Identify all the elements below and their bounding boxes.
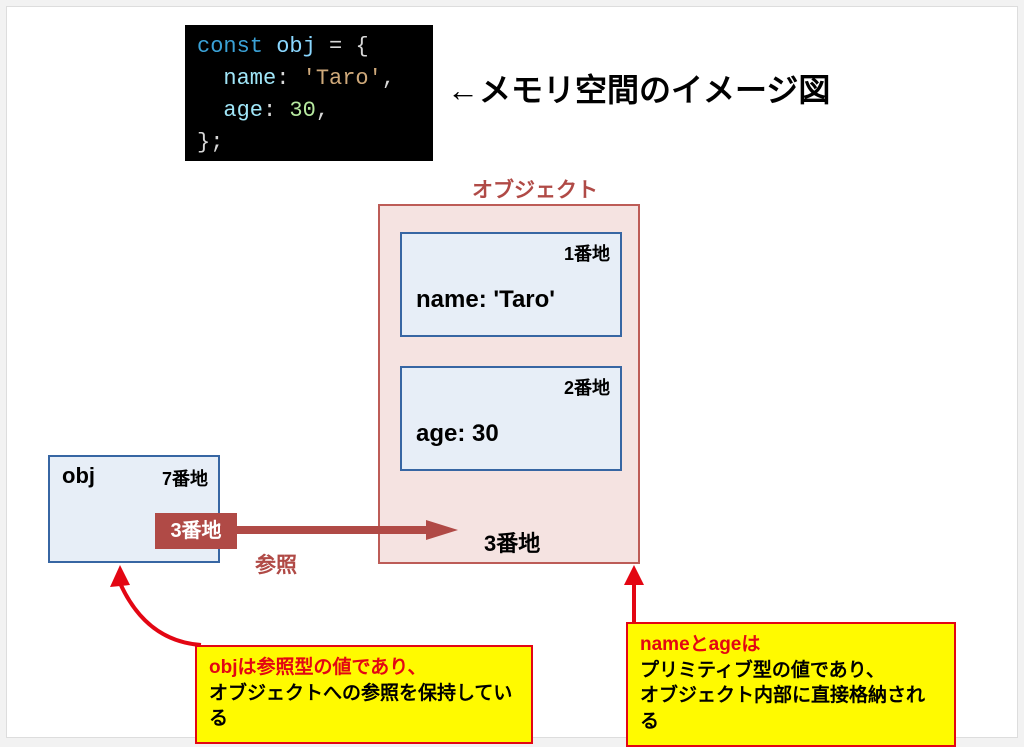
note1-line2: オブジェクトへの参照を保持している: [209, 681, 519, 732]
code-keyword: const: [197, 34, 263, 59]
property-box-name: 1番地 name: 'Taro': [400, 232, 622, 337]
note-reference-type: objは参照型の値であり、 オブジェクトへの参照を保持している: [195, 645, 533, 744]
note-primitive-type: nameとageは プリミティブ型の値であり、 オブジェクト内部に直接格納される: [626, 622, 956, 747]
code-comma1: ,: [382, 66, 395, 91]
code-colon1: :: [276, 66, 302, 91]
code-prop-name: name: [223, 66, 276, 91]
object-label: オブジェクト: [472, 174, 598, 204]
variable-box: obj 7番地 3番地: [48, 455, 220, 563]
diagram-canvas: const obj = { name: 'Taro', age: 30, }; …: [6, 6, 1018, 738]
code-eq: =: [316, 34, 356, 59]
note1-line1: objは参照型の値であり、: [209, 655, 519, 681]
property-value-2: age: 30: [416, 420, 499, 448]
reference-label: 参照: [255, 549, 297, 579]
code-colon2: :: [263, 98, 289, 123]
property-box-age: 2番地 age: 30: [400, 366, 622, 471]
code-brace-open: {: [355, 34, 368, 59]
property-addr-1: 1番地: [564, 240, 610, 266]
code-prop-age: age: [223, 98, 263, 123]
note2-line2: プリミティブ型の値であり、: [640, 658, 942, 684]
object-addr: 3番地: [484, 526, 540, 558]
code-block: const obj = { name: 'Taro', age: 30, };: [185, 25, 433, 161]
code-var: obj: [276, 34, 316, 59]
reference-chip: 3番地: [155, 513, 237, 549]
code-num: 30: [289, 98, 315, 123]
variable-name: obj: [62, 463, 95, 489]
callout-arrow-left-icon: [106, 563, 216, 649]
note2-line1: nameとageは: [640, 632, 942, 658]
property-addr-2: 2番地: [564, 374, 610, 400]
code-comma2: ,: [316, 98, 329, 123]
diagram-title: ←メモリ空間のイメージ図: [447, 65, 830, 111]
callout-arrow-right-icon: [610, 563, 650, 627]
code-brace-close: };: [197, 130, 223, 155]
note2-line3: オブジェクト内部に直接格納される: [640, 683, 942, 734]
variable-addr: 7番地: [162, 465, 208, 491]
property-value-1: name: 'Taro': [416, 286, 555, 314]
object-box: 1番地 name: 'Taro' 2番地 age: 30 3番地: [378, 204, 640, 564]
code-str: 'Taro': [303, 66, 382, 91]
